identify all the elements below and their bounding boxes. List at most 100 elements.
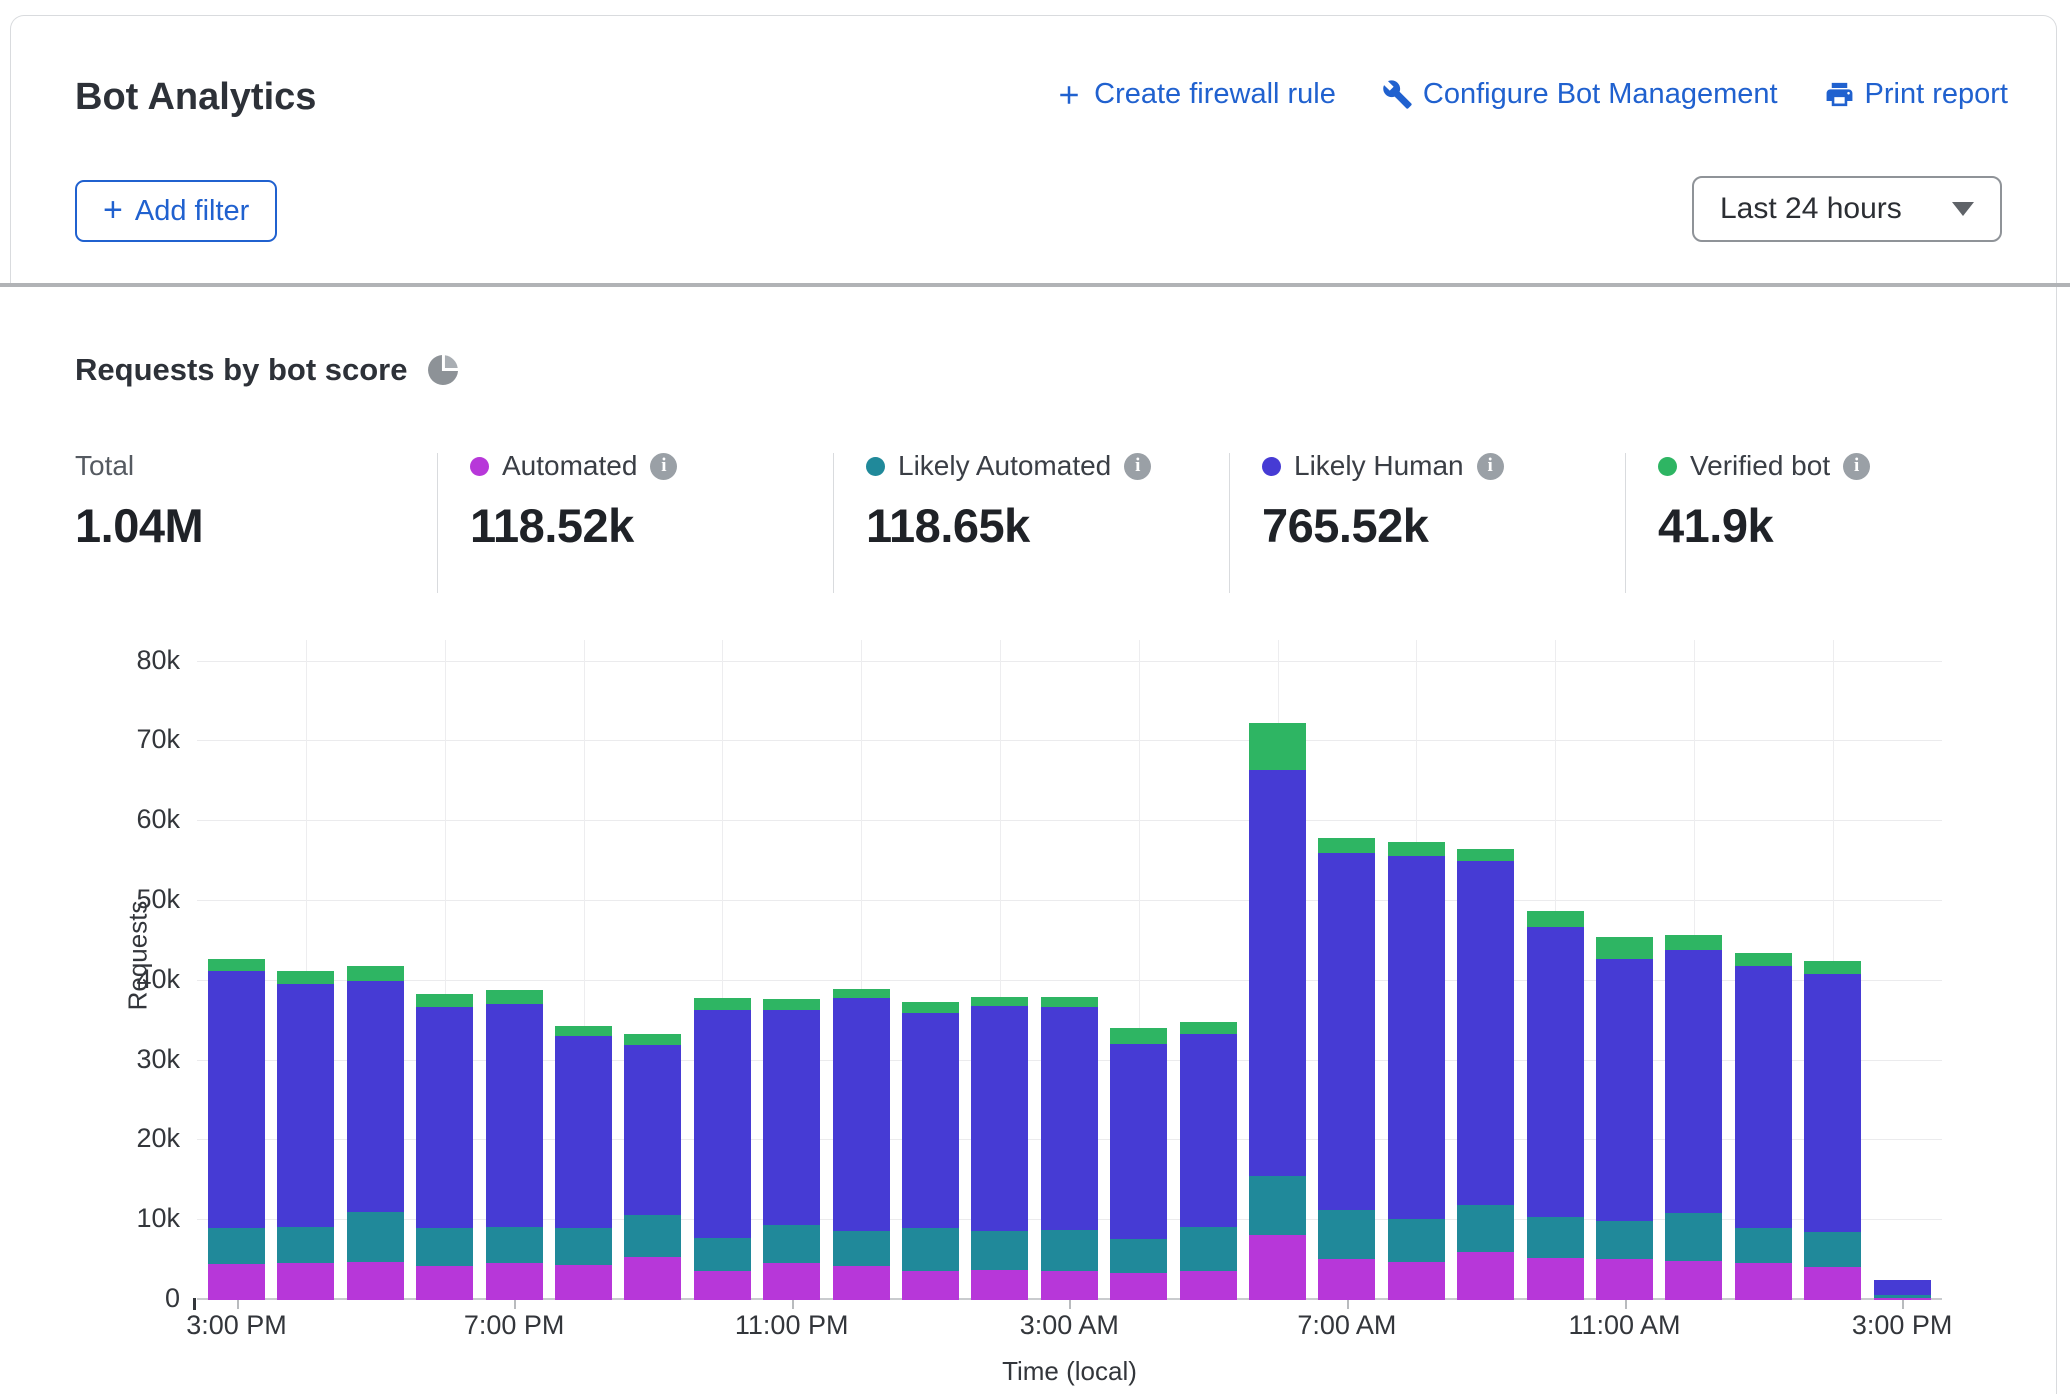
plus-icon: +: [103, 193, 123, 227]
bar-600am[interactable]: [1249, 723, 1306, 1300]
bar-segment-likely-automated: [1735, 1228, 1792, 1263]
bar-segment-likely-automated: [1527, 1217, 1584, 1258]
bar-1100am[interactable]: [1596, 937, 1653, 1300]
create-firewall-rule-link[interactable]: Create firewall rule: [1054, 78, 1336, 111]
bar-segment-likely-automated: [1110, 1239, 1167, 1273]
likely-human-legend-dot: [1262, 457, 1281, 476]
bar-segment-likely-automated: [277, 1227, 334, 1264]
bar-segment-verified-bot: [277, 971, 334, 984]
bar-segment-verified-bot: [1804, 961, 1861, 975]
bar-1000pm[interactable]: [694, 998, 751, 1300]
plot-area: [197, 640, 1942, 1300]
stat-likely-automated: Likely Automated i 118.65k: [866, 448, 1151, 553]
bar-800pm[interactable]: [555, 1026, 612, 1300]
time-range-value: Last 24 hours: [1720, 192, 1902, 226]
stat-value: 118.65k: [866, 498, 1151, 553]
action-label: Create firewall rule: [1094, 78, 1336, 111]
bar-segment-automated: [624, 1257, 681, 1300]
info-icon[interactable]: i: [1477, 453, 1504, 480]
bar-segment-automated: [1527, 1258, 1584, 1300]
stat-value: 41.9k: [1658, 498, 1870, 553]
bar-400pm[interactable]: [277, 971, 334, 1300]
info-icon[interactable]: i: [1124, 453, 1151, 480]
bar-segment-likely-human: [486, 1004, 543, 1227]
bar-900pm[interactable]: [624, 1034, 681, 1300]
bar-900am[interactable]: [1457, 849, 1514, 1300]
bar-300pm[interactable]: [1874, 1280, 1931, 1300]
time-range-dropdown[interactable]: Last 24 hours: [1692, 176, 2002, 242]
bar-200pm[interactable]: [1804, 961, 1861, 1300]
bar-segment-likely-human: [208, 971, 265, 1228]
stat-divider: [1625, 453, 1626, 593]
bar-segment-automated: [555, 1265, 612, 1300]
bar-segment-verified-bot: [1457, 849, 1514, 861]
bar-segment-automated: [347, 1262, 404, 1300]
gridline-h: [197, 740, 1942, 741]
bar-segment-likely-automated: [624, 1215, 681, 1256]
bar-1200pm[interactable]: [1665, 935, 1722, 1300]
print-report-link[interactable]: Print report: [1824, 78, 2008, 111]
bar-segment-likely-automated: [1318, 1210, 1375, 1259]
bar-segment-automated: [1041, 1271, 1098, 1300]
stat-value: 765.52k: [1262, 498, 1504, 553]
bar-300pm[interactable]: [208, 959, 265, 1300]
x-tick-label: 7:00 AM: [1297, 1310, 1396, 1341]
bar-1000am[interactable]: [1527, 911, 1584, 1300]
bar-segment-likely-automated: [694, 1238, 751, 1272]
bar-400am[interactable]: [1110, 1028, 1167, 1300]
bar-segment-likely-human: [416, 1007, 473, 1228]
bar-segment-likely-human: [1457, 861, 1514, 1205]
bar-segment-automated: [902, 1271, 959, 1300]
plus-icon: [1054, 80, 1084, 110]
bar-500am[interactable]: [1180, 1022, 1237, 1300]
info-icon[interactable]: i: [650, 453, 677, 480]
bar-100am[interactable]: [902, 1002, 959, 1300]
x-axis-tick: [1347, 1300, 1349, 1309]
stat-automated: Automated i 118.52k: [470, 448, 677, 553]
bar-300am[interactable]: [1041, 997, 1098, 1300]
bar-600pm[interactable]: [416, 994, 473, 1300]
bar-segment-verified-bot: [208, 959, 265, 971]
bar-100pm[interactable]: [1735, 953, 1792, 1300]
bar-segment-automated: [277, 1263, 334, 1300]
bar-segment-likely-human: [1804, 974, 1861, 1232]
x-axis-tick: [1625, 1300, 1627, 1309]
bar-segment-likely-human: [1110, 1044, 1167, 1239]
bar-segment-likely-automated: [902, 1228, 959, 1271]
bar-800am[interactable]: [1388, 842, 1445, 1300]
x-tick-label: 3:00 AM: [1020, 1310, 1119, 1341]
y-tick-label: 40k: [0, 964, 180, 995]
bar-segment-automated: [694, 1271, 751, 1300]
bar-segment-likely-automated: [1457, 1205, 1514, 1252]
bar-700pm[interactable]: [486, 990, 543, 1300]
bar-segment-likely-automated: [1596, 1221, 1653, 1259]
gridline-h: [197, 820, 1942, 821]
x-axis-tick: [1069, 1300, 1071, 1309]
bar-segment-verified-bot: [1665, 935, 1722, 949]
y-tick-label: 50k: [0, 884, 180, 915]
add-filter-button[interactable]: + Add filter: [75, 180, 277, 242]
bar-segment-likely-automated: [1804, 1232, 1861, 1267]
bar-500pm[interactable]: [347, 966, 404, 1300]
bar-segment-likely-automated: [486, 1227, 543, 1264]
section-title-row: Requests by bot score: [75, 352, 461, 388]
x-axis-tick: [1902, 1300, 1904, 1309]
action-label: Configure Bot Management: [1423, 78, 1778, 111]
bar-segment-likely-automated: [971, 1231, 1028, 1270]
stat-label: Likely Human: [1294, 450, 1464, 482]
bar-segment-verified-bot: [1249, 723, 1306, 770]
bar-segment-likely-human: [1596, 959, 1653, 1221]
bar-segment-automated: [1804, 1267, 1861, 1300]
y-axis-tick-labels: 010k20k30k40k50k60k70k80k: [0, 640, 180, 1300]
bar-segment-likely-human: [347, 981, 404, 1212]
section-divider: [0, 283, 2070, 287]
bar-1100pm[interactable]: [763, 999, 820, 1300]
verified-bot-legend-dot: [1658, 457, 1677, 476]
bar-segment-automated: [971, 1270, 1028, 1300]
info-icon[interactable]: i: [1843, 453, 1870, 480]
configure-bot-management-link[interactable]: Configure Bot Management: [1382, 78, 1778, 111]
bar-700am[interactable]: [1318, 838, 1375, 1300]
bar-1200am[interactable]: [833, 989, 890, 1300]
bar-200am[interactable]: [971, 997, 1028, 1300]
stat-divider: [1229, 453, 1230, 593]
